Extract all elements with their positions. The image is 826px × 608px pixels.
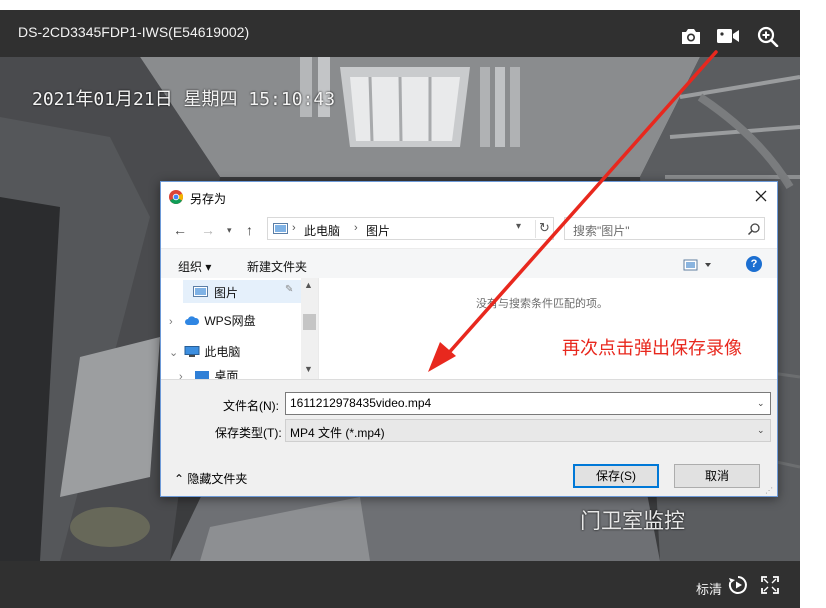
empty-results-message: 没有与搜索条件匹配的项。 [476,298,608,310]
breadcrumb-separator: › [292,222,296,234]
address-bar[interactable]: › 此电脑 › 图片 ▾ ↻ [267,217,554,240]
nav-item-this-pc[interactable]: ⌄ 此电脑 [169,343,240,360]
chevron-down-icon[interactable]: ⌄ [757,425,765,436]
nav-item-wps-cloud[interactable]: › WPS网盘 [169,312,256,329]
chrome-icon [169,190,183,204]
computer-icon [184,346,200,357]
player-header: DS-2CD3345FDP1-IWS(E54619002) [0,10,800,57]
search-placeholder: 搜索"图片" [573,224,630,238]
navigation-pane: 图片 ✎ › WPS网盘 ⌄ 此电脑 › 桌面 [161,278,318,379]
pictures-folder-icon [273,223,288,234]
filetype-label: 保存类型(T): [215,426,282,440]
camera-title: DS-2CD3345FDP1-IWS(E54619002) [18,24,250,40]
nav-item-label: 桌面 [214,369,239,379]
pin-icon[interactable]: ✎ [285,284,293,295]
new-folder-button[interactable]: 新建文件夹 [247,258,307,275]
chevron-right-icon[interactable]: › [179,371,191,379]
breadcrumb-separator: › [354,222,358,234]
video-record-icon[interactable] [716,25,740,47]
playback-icon[interactable] [728,575,748,595]
chevron-up-icon[interactable]: ▲ [304,280,313,290]
nav-item-label: 图片 [214,286,239,300]
nav-item-label: 此电脑 [204,345,241,359]
search-input[interactable]: 搜索"图片" [564,217,765,240]
nav-item-label: WPS网盘 [204,314,256,328]
save-button[interactable]: 保存(S) [573,464,659,488]
player-footer: 标清 [0,561,800,608]
hide-folders-toggle[interactable]: ⌃ 隐藏文件夹 [174,470,247,487]
cloud-icon [185,316,200,325]
close-icon[interactable] [753,188,769,204]
osd-datetime: 2021年01月21日 星期四 15:10:43 [32,89,336,110]
recent-locations-icon[interactable]: ▾ [227,225,232,236]
nav-item-desktop[interactable]: › 桌面 [179,367,238,379]
pictures-folder-icon [193,286,208,297]
breadcrumb-this-pc[interactable]: 此电脑 [304,222,340,239]
cancel-button[interactable]: 取消 [674,464,760,488]
up-arrow-icon[interactable]: ↑ [246,222,253,238]
filename-field[interactable]: 1611212978435video.mp4 [285,392,771,415]
search-icon[interactable] [747,222,761,236]
dialog-title: 另存为 [190,192,227,206]
filetype-select[interactable]: MP4 文件 (*.mp4) [285,419,771,442]
refresh-icon[interactable]: ↻ [535,220,553,238]
back-arrow-icon[interactable]: ← [173,222,187,238]
desktop-folder-icon [195,371,210,379]
filename-label: 文件名(N): [223,399,279,413]
camera-icon[interactable] [679,25,703,47]
file-list-pane[interactable]: 没有与搜索条件匹配的项。 [318,278,777,379]
save-options-panel: 文件名(N): 1611212978435video.mp4 ⌄ 保存类型(T)… [161,379,777,496]
scrollbar-thumb[interactable] [303,314,316,330]
breadcrumb-pictures[interactable]: 图片 [366,222,390,239]
nav-item-pictures[interactable]: 图片 ✎ [183,280,301,303]
help-icon[interactable]: ? [746,256,762,272]
address-row: ← → ▾ ↑ › 此电脑 › 图片 ▾ ↻ 搜索"图片" [161,212,777,246]
organize-button[interactable]: 组织 ▾ [178,258,211,275]
hide-folders-label: 隐藏文件夹 [187,472,248,486]
view-options-icon[interactable] [683,258,713,272]
dialog-titlebar[interactable]: 另存为 [161,182,777,212]
osd-location-label: 门卫室监控 [580,510,685,533]
zoom-in-icon[interactable] [756,25,780,47]
chevron-down-icon[interactable]: ▾ [516,221,521,232]
stream-quality-button[interactable]: 标清 [696,579,722,598]
forward-arrow-icon[interactable]: → [201,222,215,238]
nav-pane-scrollbar[interactable]: ▲ ▼ [301,278,318,379]
fullscreen-icon[interactable] [761,576,779,594]
command-bar: 组织 ▾ 新建文件夹 ? [161,248,777,278]
chevron-down-icon[interactable]: ⌄ [757,398,765,409]
chevron-down-icon[interactable]: ▼ [304,364,313,374]
chevron-right-icon[interactable]: › [169,316,181,328]
chevron-down-icon[interactable]: ⌄ [169,346,181,359]
resize-grip-icon[interactable]: ⋰ [765,486,773,495]
annotation-text: 再次点击弹出保存录像 [562,338,742,358]
chevron-up-icon: ⌃ [174,472,188,486]
